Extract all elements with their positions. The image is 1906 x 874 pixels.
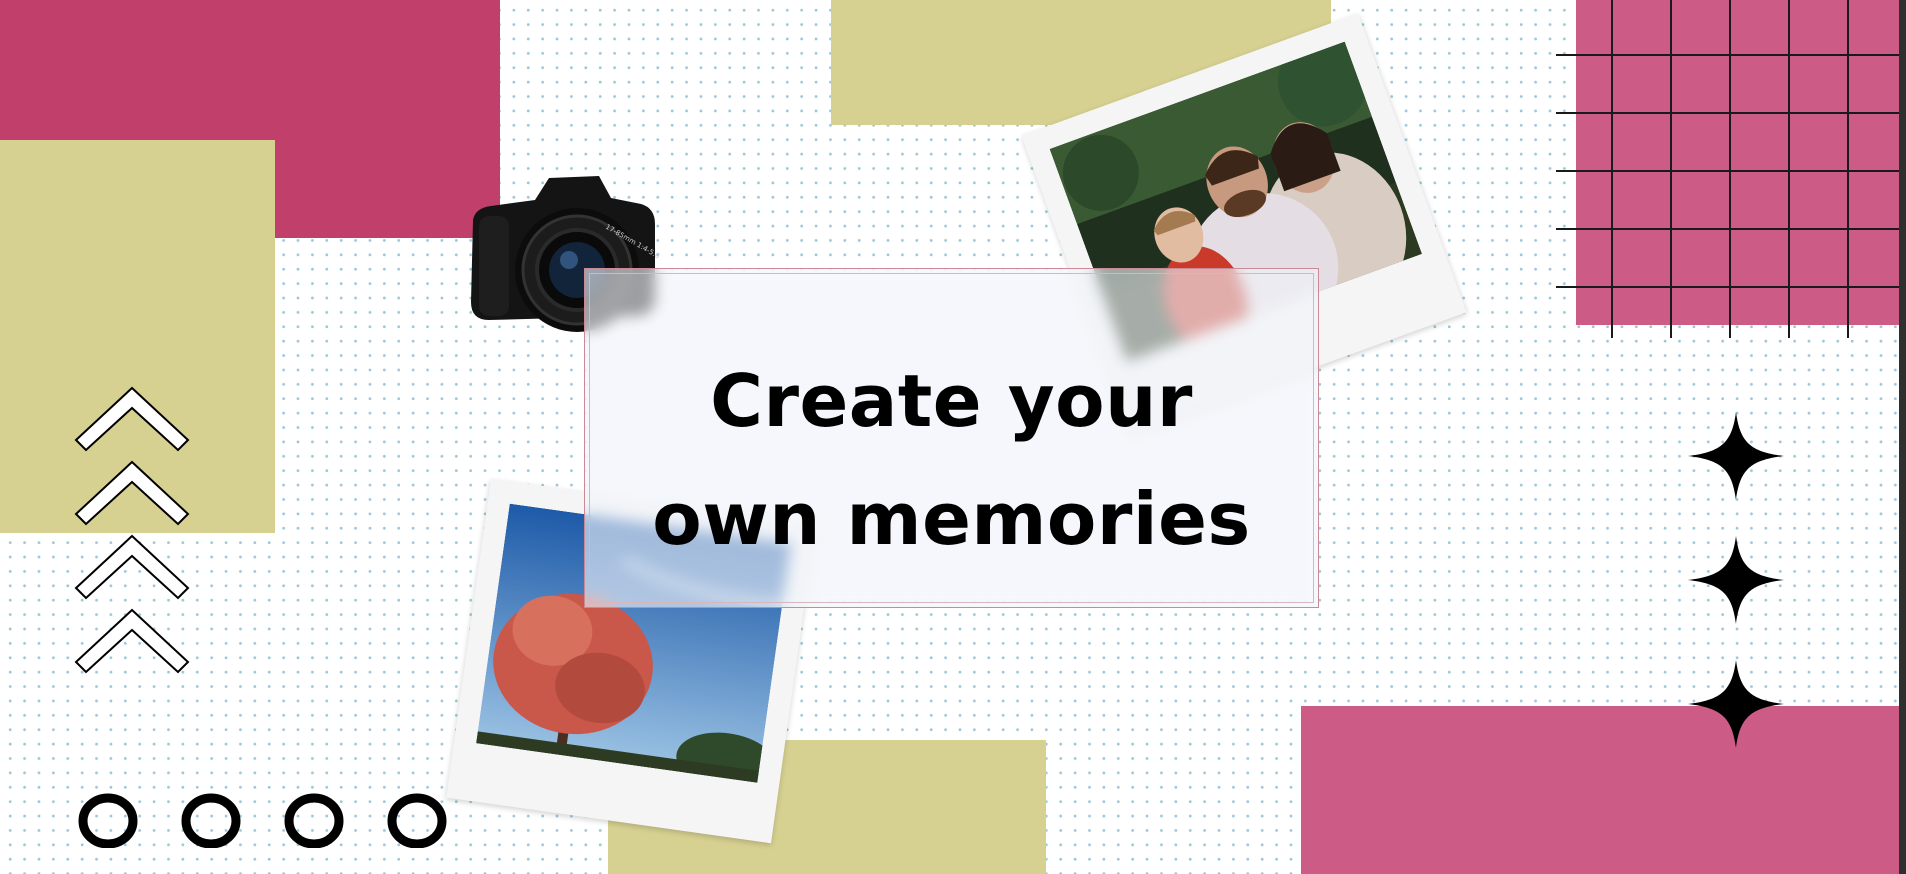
title-line-2: own memories xyxy=(652,477,1251,561)
title-card: Create your own memories xyxy=(584,268,1319,608)
grid-pattern xyxy=(1556,0,1906,338)
title-line-1: Create your xyxy=(710,359,1193,443)
chevron-up-icon xyxy=(74,386,190,674)
page-title: Create your own memories xyxy=(585,342,1318,578)
right-edge-bar xyxy=(1899,0,1906,874)
sparkle-icon xyxy=(1688,412,1784,748)
pink-block-bottom-right xyxy=(1301,706,1906,874)
circle-outline-icon xyxy=(78,793,447,848)
collage-canvas: 17-85mm 1:4-5.6 Create your own memories xyxy=(0,0,1906,874)
